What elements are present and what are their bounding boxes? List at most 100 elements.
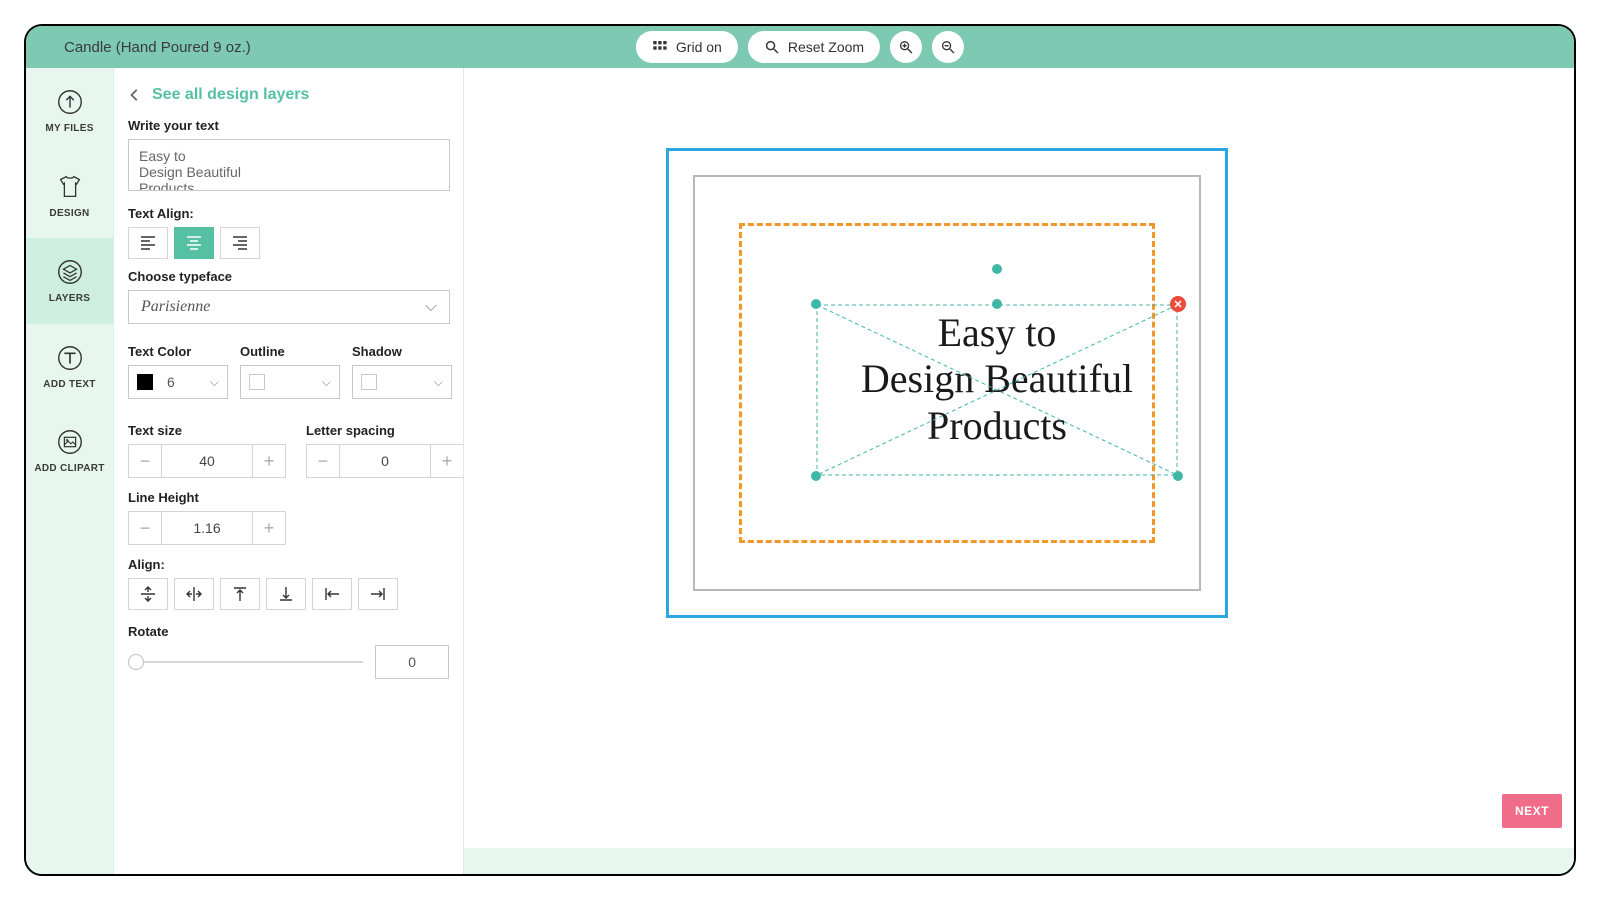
search-icon xyxy=(764,39,780,55)
outline-select[interactable]: ⌵ xyxy=(240,365,340,399)
artboard-inner: ✕ Easy to Design Beautiful Products xyxy=(693,175,1201,591)
align-center-icon xyxy=(185,234,203,252)
color-swatch-empty-icon xyxy=(361,374,377,390)
text-icon xyxy=(55,343,85,373)
typeface-select[interactable]: Parisienne ⌵ xyxy=(128,290,450,324)
shadow-select[interactable]: ⌵ xyxy=(352,365,452,399)
text-size-label: Text size xyxy=(128,423,286,438)
letter-spacing-plus-button[interactable]: + xyxy=(430,444,464,478)
properties-panel: See all design layers Write your text Te… xyxy=(114,68,464,874)
align-top-icon xyxy=(231,585,249,603)
text-color-value: 6 xyxy=(167,374,175,390)
rail-layers[interactable]: LAYERS xyxy=(26,238,113,323)
color-swatch-empty-icon xyxy=(249,374,265,390)
rotate-label: Rotate xyxy=(128,624,449,639)
grid-icon xyxy=(652,39,668,55)
rail-my-files[interactable]: MY FILES xyxy=(26,68,113,153)
letter-spacing-value[interactable]: 0 xyxy=(340,444,430,478)
text-size-value[interactable]: 40 xyxy=(162,444,252,478)
next-button[interactable]: NEXT xyxy=(1502,794,1562,828)
letter-spacing-minus-button[interactable]: − xyxy=(306,444,340,478)
zoom-in-icon xyxy=(898,39,914,55)
image-icon xyxy=(55,427,85,457)
rail-layers-label: LAYERS xyxy=(49,293,90,304)
align-left-icon xyxy=(139,234,157,252)
text-size-stepper: − 40 + xyxy=(128,444,286,478)
left-rail: MY FILES DESIGN LAYERS ADD TEXT ADD CLIP… xyxy=(26,68,114,874)
back-to-layers-link[interactable]: See all design layers xyxy=(128,86,449,104)
letter-spacing-stepper: − 0 + xyxy=(306,444,464,478)
text-input[interactable] xyxy=(128,139,450,191)
text-size-plus-button[interactable]: + xyxy=(252,444,286,478)
outline-label: Outline xyxy=(240,344,340,359)
align-vcenter-button[interactable] xyxy=(128,578,168,610)
rail-add-clipart-label: ADD CLIPART xyxy=(34,463,104,474)
rotate-handle[interactable] xyxy=(992,264,1002,274)
text-align-label: Text Align: xyxy=(128,206,449,221)
line-height-label: Line Height xyxy=(128,490,449,505)
selection-bounds-icon xyxy=(816,304,1178,476)
text-color-select[interactable]: 6 ⌵ xyxy=(128,365,228,399)
chevron-down-icon: ⌵ xyxy=(425,298,437,316)
reset-zoom-label: Reset Zoom xyxy=(788,39,864,55)
zoom-in-button[interactable] xyxy=(890,31,922,63)
rail-design[interactable]: DESIGN xyxy=(26,153,113,238)
rail-add-text-label: ADD TEXT xyxy=(43,379,95,390)
text-color-label: Text Color xyxy=(128,344,228,359)
rail-my-files-label: MY FILES xyxy=(45,123,93,134)
shadow-label: Shadow xyxy=(352,344,452,359)
zoom-out-button[interactable] xyxy=(932,31,964,63)
rotate-slider[interactable] xyxy=(128,654,363,670)
align-right-icon xyxy=(231,234,249,252)
rail-design-label: DESIGN xyxy=(49,208,89,219)
align-top-button[interactable] xyxy=(220,578,260,610)
color-swatch-icon xyxy=(137,374,153,390)
letter-spacing-label: Letter spacing xyxy=(306,423,464,438)
align-left-edge-icon xyxy=(323,585,341,603)
line-height-plus-button[interactable]: + xyxy=(252,511,286,545)
resize-handle-bl[interactable] xyxy=(811,471,821,481)
grid-toggle-button[interactable]: Grid on xyxy=(636,31,738,63)
upload-icon xyxy=(55,87,85,117)
tshirt-icon xyxy=(55,172,85,202)
align-label: Align: xyxy=(128,557,449,572)
align-center-button[interactable] xyxy=(174,227,214,259)
chevron-down-icon: ⌵ xyxy=(210,375,219,390)
align-left-edge-button[interactable] xyxy=(312,578,352,610)
align-bottom-icon xyxy=(277,585,295,603)
rail-add-clipart[interactable]: ADD CLIPART xyxy=(26,408,113,493)
align-right-edge-icon xyxy=(369,585,387,603)
zoom-out-icon xyxy=(940,39,956,55)
align-bottom-button[interactable] xyxy=(266,578,306,610)
top-toolbar: Candle (Hand Poured 9 oz.) Grid on Reset… xyxy=(26,26,1574,68)
rail-add-text[interactable]: ADD TEXT xyxy=(26,323,113,408)
chevron-down-icon: ⌵ xyxy=(322,375,331,390)
text-size-minus-button[interactable]: − xyxy=(128,444,162,478)
chevron-down-icon: ⌵ xyxy=(434,375,443,390)
document-title: Candle (Hand Poured 9 oz.) xyxy=(64,39,251,56)
back-to-layers-label: See all design layers xyxy=(152,86,309,104)
bottom-bar xyxy=(464,848,1574,874)
rotate-value[interactable]: 0 xyxy=(375,645,449,679)
typeface-value: Parisienne xyxy=(141,298,210,316)
align-right-edge-button[interactable] xyxy=(358,578,398,610)
resize-handle-tl[interactable] xyxy=(811,299,821,309)
grid-toggle-label: Grid on xyxy=(676,39,722,55)
design-canvas[interactable]: ✕ Easy to Design Beautiful Products NEXT xyxy=(464,68,1574,874)
safe-area: ✕ Easy to Design Beautiful Products xyxy=(739,223,1155,543)
align-left-button[interactable] xyxy=(128,227,168,259)
align-right-button[interactable] xyxy=(220,227,260,259)
resize-handle-br[interactable] xyxy=(1173,471,1183,481)
line-height-stepper: − 1.16 + xyxy=(128,511,286,545)
artboard-outer: ✕ Easy to Design Beautiful Products xyxy=(666,148,1228,618)
resize-handle-tm[interactable] xyxy=(992,299,1002,309)
align-vcenter-icon xyxy=(139,585,157,603)
delete-element-button[interactable]: ✕ xyxy=(1170,296,1186,312)
line-height-minus-button[interactable]: − xyxy=(128,511,162,545)
write-text-label: Write your text xyxy=(128,118,449,133)
reset-zoom-button[interactable]: Reset Zoom xyxy=(748,31,880,63)
line-height-value[interactable]: 1.16 xyxy=(162,511,252,545)
selected-text-element[interactable]: ✕ Easy to Design Beautiful Products xyxy=(816,304,1178,476)
typeface-label: Choose typeface xyxy=(128,269,449,284)
align-hcenter-button[interactable] xyxy=(174,578,214,610)
